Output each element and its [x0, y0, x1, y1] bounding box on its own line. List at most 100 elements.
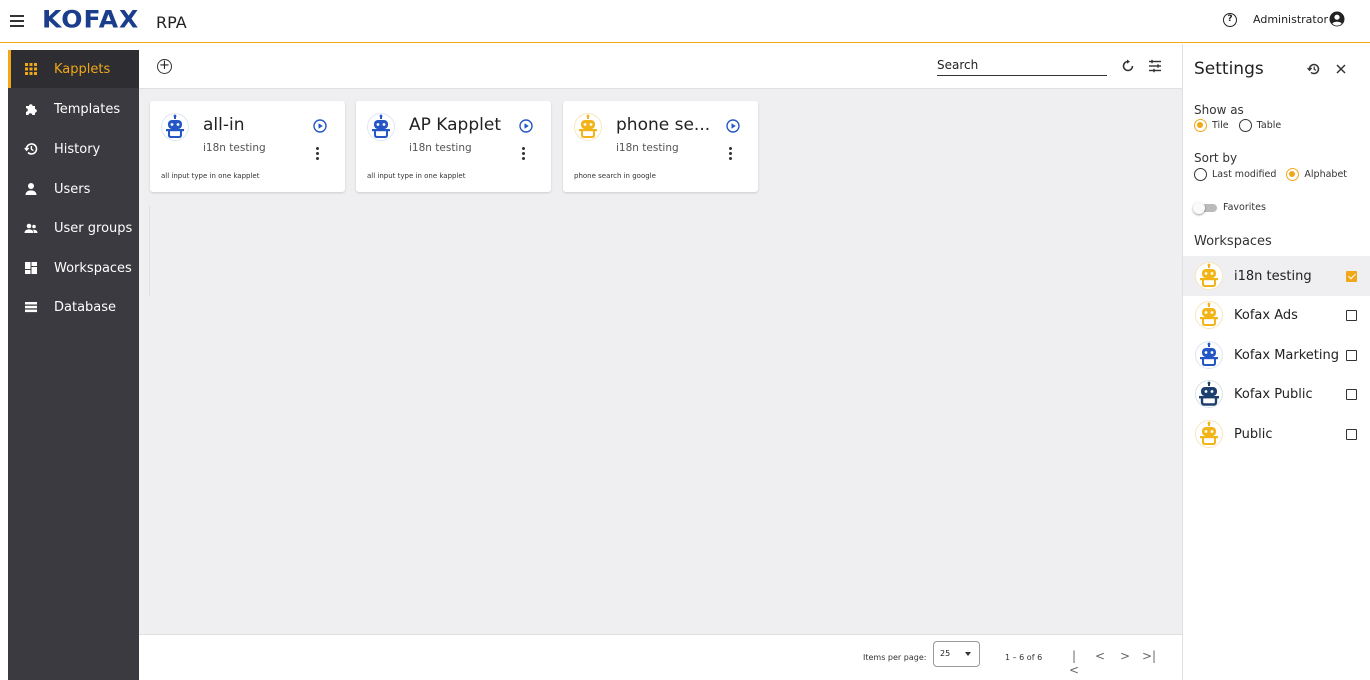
prev-page-icon[interactable]: < [1094, 649, 1106, 663]
radio-tile[interactable] [1194, 119, 1207, 132]
workspace-checkbox[interactable] [1346, 309, 1357, 321]
sidebar-item-user-groups[interactable]: User groups [8, 209, 139, 247]
workspace-checkbox[interactable] [1346, 388, 1357, 400]
robot-icon [1195, 420, 1223, 448]
items-per-page-select[interactable]: 25 [933, 641, 980, 667]
workspace-checkbox[interactable] [1346, 428, 1357, 440]
kapplet-description: phone search in google [574, 172, 656, 180]
play-icon[interactable] [519, 119, 533, 133]
kapplet-workspace: i18n testing [616, 142, 679, 154]
show-as-label: Show as [1194, 103, 1244, 117]
kapplet-card[interactable]: phone se... i18n testing phone search in… [563, 101, 758, 192]
radio-table[interactable] [1238, 119, 1252, 132]
robot-icon [1195, 341, 1223, 369]
product-name: RPA [156, 13, 187, 32]
grid-icon [24, 62, 38, 76]
sidebar-item-kapplets[interactable]: Kapplets [8, 50, 139, 88]
search-input[interactable] [937, 55, 1107, 75]
more-options-icon[interactable] [729, 147, 733, 161]
workspace-item[interactable]: Kofax Ads [1183, 295, 1370, 335]
workspace-item[interactable]: Kofax Marketing [1183, 335, 1370, 375]
workspace-name: i18n testing [1234, 268, 1312, 284]
sidebar-item-history[interactable]: History [8, 130, 139, 168]
sidebar-item-label: Users [54, 181, 91, 197]
kapplet-description: all input type in one kapplet [161, 172, 260, 180]
workspace-item[interactable]: i18n testing [1183, 256, 1370, 296]
radio-label: Last modified [1212, 169, 1277, 180]
list-icon [24, 300, 38, 314]
sidebar-item-database[interactable]: Database [8, 288, 139, 326]
search-field[interactable] [937, 54, 1107, 76]
divider [149, 206, 150, 296]
page-range: 1 – 6 of 6 [1005, 653, 1043, 662]
more-options-icon[interactable] [522, 147, 526, 161]
kapplet-title[interactable]: phone se... [616, 115, 710, 135]
help-icon[interactable]: ? [1223, 13, 1237, 27]
kapplet-title[interactable]: AP Kapplet [409, 115, 501, 135]
play-icon[interactable] [726, 119, 740, 133]
caret-down-icon [965, 652, 971, 656]
workspace-item[interactable]: Public [1183, 414, 1370, 454]
add-kapplet-button[interactable]: + [157, 59, 172, 74]
refresh-icon[interactable] [1121, 59, 1135, 73]
settings-title: Settings [1194, 59, 1264, 79]
workspace-name: Kofax Marketing [1234, 347, 1339, 363]
account-icon[interactable] [1329, 11, 1345, 27]
workspace-name: Kofax Ads [1234, 307, 1298, 323]
workspace-checkbox[interactable] [1346, 349, 1357, 361]
user-name[interactable]: Administrator [1253, 13, 1328, 26]
sidebar-item-label: Workspaces [54, 260, 132, 276]
filter-icon[interactable] [1148, 59, 1162, 73]
kapplet-card[interactable]: AP Kapplet i18n testing all input type i… [356, 101, 551, 192]
robot-icon [1195, 301, 1223, 329]
paginator: Items per page: 25 1 – 6 of 6 |< < > >| [139, 634, 1182, 680]
dashboard-icon [24, 261, 38, 275]
reset-icon[interactable] [1307, 62, 1321, 76]
sidebar-item-templates[interactable]: Templates [8, 90, 139, 128]
items-per-page-label: Items per page: [863, 653, 927, 662]
toolbar: + [139, 44, 1182, 89]
kapplet-title[interactable]: all-in [203, 115, 245, 135]
kofax-logo: KOFAX [42, 5, 140, 34]
first-page-icon[interactable]: |< [1068, 649, 1080, 677]
workspace-item[interactable]: Kofax Public [1183, 374, 1370, 414]
favorites-label: Favorites [1223, 202, 1266, 213]
workspaces-label: Workspaces [1194, 234, 1272, 249]
show-as-options: Tile Table [1194, 119, 1281, 132]
sidebar-item-label: Database [54, 299, 117, 315]
workspace-checkbox[interactable] [1346, 270, 1357, 282]
items-per-page-value: 25 [940, 649, 951, 658]
main-area: + all-in i18n testing all input type in … [139, 44, 1182, 680]
radio-label: Tile [1212, 120, 1229, 131]
kapplet-workspace: i18n testing [203, 142, 266, 154]
close-icon[interactable] [1334, 62, 1348, 76]
menu-icon[interactable] [10, 13, 24, 27]
history-icon [24, 142, 38, 156]
user-icon [24, 182, 38, 196]
favorites-toggle[interactable] [1193, 201, 1217, 214]
sidebar-item-users[interactable]: Users [8, 170, 139, 208]
sidebar-item-label: Templates [54, 101, 121, 117]
sort-by-options: Last modified Alphabet [1194, 168, 1347, 181]
kapplet-workspace: i18n testing [409, 142, 472, 154]
kapplet-card[interactable]: all-in i18n testing all input type in on… [150, 101, 345, 192]
workspace-name: Kofax Public [1234, 386, 1313, 402]
robot-icon [1195, 262, 1223, 290]
play-icon[interactable] [313, 119, 327, 133]
radio-last-modified[interactable] [1194, 168, 1207, 181]
more-options-icon[interactable] [316, 147, 320, 161]
sidebar: Kapplets Templates History Users User gr… [8, 50, 139, 680]
robot-icon [574, 113, 602, 141]
radio-label: Alphabet [1304, 169, 1348, 180]
last-page-icon[interactable]: >| [1142, 649, 1156, 663]
users-icon [24, 221, 38, 235]
robot-icon [1195, 380, 1223, 408]
robot-icon [161, 113, 189, 141]
sidebar-item-label: Kapplets [54, 61, 111, 77]
puzzle-icon [24, 102, 38, 116]
radio-alphabet[interactable] [1286, 168, 1300, 181]
kapplet-description: all input type in one kapplet [367, 172, 466, 180]
next-page-icon[interactable]: > [1119, 649, 1131, 663]
settings-panel: Settings Show as Tile Table Sort by Last… [1182, 44, 1370, 680]
sidebar-item-workspaces[interactable]: Workspaces [8, 249, 139, 287]
